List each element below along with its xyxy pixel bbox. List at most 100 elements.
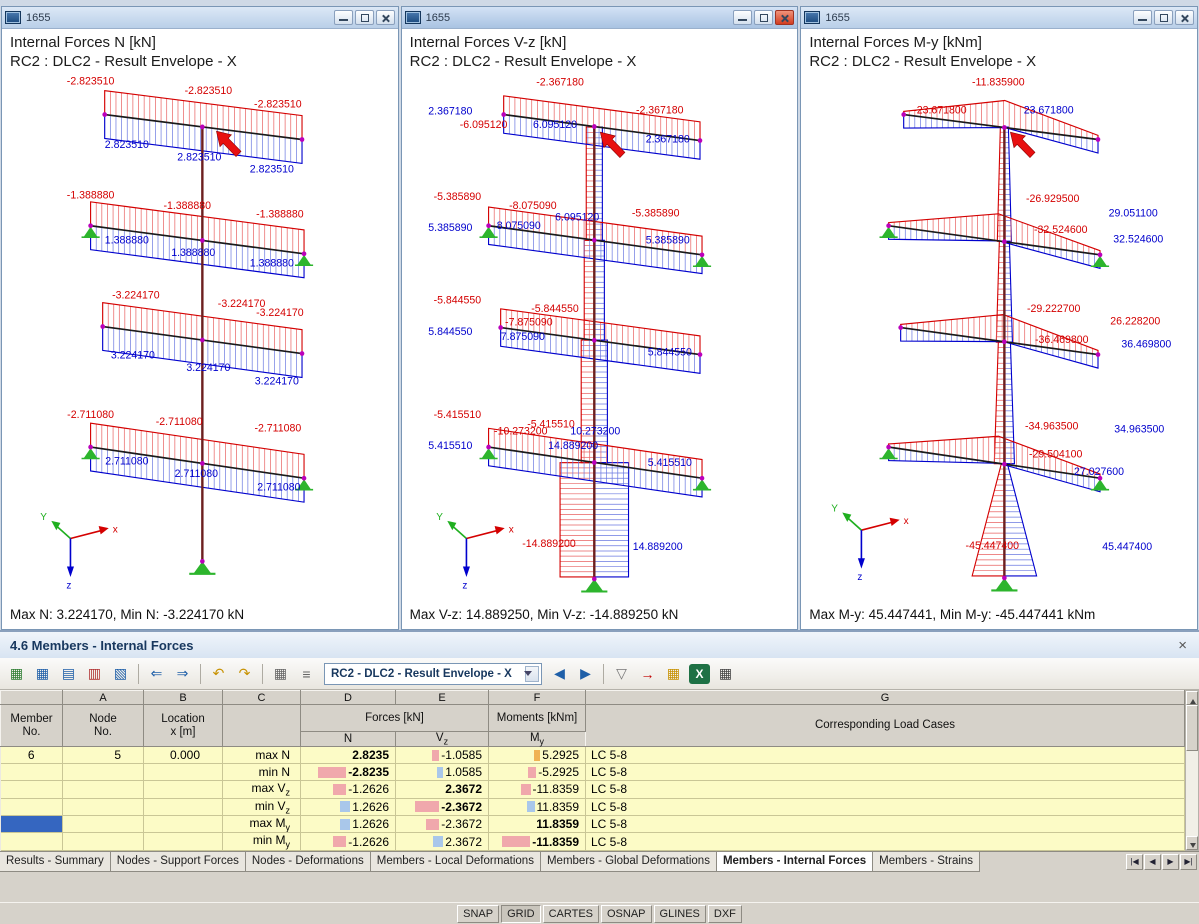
close-button[interactable] <box>375 10 395 25</box>
cell-load-cases[interactable]: LC 5-8 <box>585 780 1185 799</box>
cell-location[interactable] <box>143 832 223 851</box>
cell-location[interactable] <box>143 763 223 782</box>
table-insert-icon[interactable]: ▦ <box>30 662 55 686</box>
cell-value-vz[interactable]: -2.3672 <box>395 815 489 834</box>
column-letter-E[interactable]: E <box>395 690 489 705</box>
panel-close-icon[interactable]: × <box>1176 638 1189 653</box>
cell-node-no[interactable] <box>62 780 144 799</box>
cell-extreme-label[interactable]: min Vz <box>222 798 301 817</box>
diagram-canvas[interactable]: -2.823510 -2.823510 -2.823510 2.823510 2.823… <box>2 73 398 605</box>
tab-nav-button-2[interactable]: ▶ <box>1162 853 1179 870</box>
cell-load-cases[interactable]: LC 5-8 <box>585 815 1185 834</box>
color-scale-icon[interactable]: ▦ <box>661 662 686 686</box>
cell-member-no[interactable] <box>0 832 63 851</box>
column-letter-A[interactable]: A <box>62 690 144 705</box>
scrollbar-track[interactable] <box>1186 705 1198 836</box>
cell-value-n[interactable]: 1.2626 <box>300 798 396 817</box>
scroll-down-icon[interactable] <box>1186 835 1198 850</box>
tab-results-summary[interactable]: Results - Summary <box>0 851 111 872</box>
goto-icon[interactable]: → <box>635 662 660 686</box>
tab-members-global-deformations[interactable]: Members - Global Deformations <box>539 851 717 872</box>
table-stats-icon[interactable]: ▧ <box>108 662 133 686</box>
column-letter-G[interactable]: G <box>585 690 1185 705</box>
column-letter-F[interactable]: F <box>488 690 586 705</box>
cell-extreme-label[interactable]: max N <box>222 746 301 765</box>
toggle-snap[interactable]: SNAP <box>457 904 500 923</box>
cell-member-no[interactable]: 6 <box>0 746 63 765</box>
table-row[interactable]: max Vz -1.2626 2.3672 -11.8359 LC 5-8 <box>0 780 1185 799</box>
table-edit-icon[interactable]: ▦ <box>4 662 29 686</box>
cell-value-n[interactable]: -2.8235 <box>300 763 396 782</box>
cell-member-no[interactable] <box>0 763 63 782</box>
cell-node-no[interactable] <box>62 798 144 817</box>
next-table-icon[interactable]: ⇒ <box>170 662 195 686</box>
tab-members-strains[interactable]: Members - Strains <box>872 851 981 872</box>
cell-load-cases[interactable]: LC 5-8 <box>585 746 1185 765</box>
cell-value-my[interactable]: 11.8359 <box>488 815 586 834</box>
column-letter-B[interactable]: B <box>143 690 223 705</box>
cell-extreme-label[interactable]: min N <box>222 763 301 782</box>
excel-export-icon[interactable]: X <box>689 663 710 684</box>
cell-location[interactable] <box>143 780 223 799</box>
cell-value-n[interactable]: -1.2626 <box>300 832 396 851</box>
cell-extreme-label[interactable]: min My <box>222 832 301 851</box>
cell-value-vz[interactable]: -2.3672 <box>395 798 489 817</box>
cell-value-my[interactable]: -5.2925 <box>488 763 586 782</box>
cell-node-no[interactable] <box>62 832 144 851</box>
window-titlebar[interactable]: 1655 <box>801 7 1198 29</box>
cell-node-no[interactable] <box>62 763 144 782</box>
notes-icon[interactable]: ≡ <box>294 662 319 686</box>
table-view-icon[interactable]: ▤ <box>56 662 81 686</box>
diagram-canvas[interactable]: -11.835900 -23.671800 23.671800 -26.929500 2… <box>801 73 1197 605</box>
table-scrollbar[interactable] <box>1185 690 1199 851</box>
table-row[interactable]: min My -1.2626 2.3672 -11.8359 LC 5-8 <box>0 832 1185 851</box>
minimize-button[interactable] <box>333 10 353 25</box>
table-row[interactable]: min Vz 1.2626 -2.3672 11.8359 LC 5-8 <box>0 798 1185 817</box>
cell-value-my[interactable]: -11.8359 <box>488 780 586 799</box>
toggle-dxf[interactable]: DXF <box>707 904 742 923</box>
prev-table-icon[interactable]: ⇐ <box>144 662 169 686</box>
restore-button[interactable] <box>754 10 774 25</box>
cell-value-my[interactable]: 5.2925 <box>488 746 586 765</box>
toggle-osnap[interactable]: OSNAP <box>601 904 652 923</box>
close-button[interactable] <box>775 10 795 25</box>
calculator-icon[interactable]: ▦ <box>713 662 738 686</box>
chevron-down-icon[interactable] <box>524 665 539 682</box>
restore-button[interactable] <box>1154 10 1174 25</box>
tab-nodes-support-forces[interactable]: Nodes - Support Forces <box>109 851 246 872</box>
column-letter-D[interactable]: D <box>300 690 396 705</box>
table-row[interactable]: min N -2.8235 1.0585 -5.2925 LC 5-8 <box>0 763 1185 782</box>
table-delete-icon[interactable]: ▥ <box>82 662 107 686</box>
next-result-icon[interactable]: ▶ <box>573 662 598 686</box>
cell-value-my[interactable]: 11.8359 <box>488 798 586 817</box>
tab-members-internal-forces[interactable]: Members - Internal Forces <box>715 851 874 872</box>
tab-nav-button-3[interactable]: ▶| <box>1180 853 1197 870</box>
result-case-combobox[interactable]: RC2 - DLC2 - Result Envelope - X <box>324 662 542 685</box>
redo-icon[interactable]: ↷ <box>232 662 257 686</box>
restore-button[interactable] <box>354 10 374 25</box>
window-titlebar[interactable]: 1655 <box>2 7 398 29</box>
scrollbar-thumb[interactable] <box>1186 705 1198 751</box>
cell-location[interactable]: 0.000 <box>143 746 223 765</box>
cell-extreme-label[interactable]: max My <box>222 815 301 834</box>
filter-icon[interactable]: ▽ <box>609 662 634 686</box>
grid-view-icon[interactable]: ▦ <box>268 662 293 686</box>
cell-load-cases[interactable]: LC 5-8 <box>585 763 1185 782</box>
cell-load-cases[interactable]: LC 5-8 <box>585 798 1185 817</box>
cell-node-no[interactable]: 5 <box>62 746 144 765</box>
toggle-grid[interactable]: GRID <box>501 904 541 923</box>
cell-member-no[interactable] <box>0 798 63 817</box>
toggle-cartes[interactable]: CARTES <box>542 904 599 923</box>
prev-result-icon[interactable]: ◀ <box>547 662 572 686</box>
cell-extreme-label[interactable]: max Vz <box>222 780 301 799</box>
table-row[interactable]: 6 5 0.000 max N 2.8235 -1.0585 5.2925 LC 5-8 <box>0 746 1185 765</box>
cell-member-no[interactable] <box>0 780 63 799</box>
cell-location[interactable] <box>143 798 223 817</box>
cell-value-n[interactable]: 2.8235 <box>300 746 396 765</box>
cell-value-my[interactable]: -11.8359 <box>488 832 586 851</box>
diagram-canvas[interactable]: -2.367180 2.367180 -2.367180 -6.095120 6.095… <box>402 73 798 605</box>
table-row[interactable]: max My 1.2626 -2.3672 11.8359 LC 5-8 <box>0 815 1185 834</box>
cell-value-vz[interactable]: 2.3672 <box>395 780 489 799</box>
cell-node-no[interactable] <box>62 815 144 834</box>
column-letter-C[interactable]: C <box>222 690 301 705</box>
